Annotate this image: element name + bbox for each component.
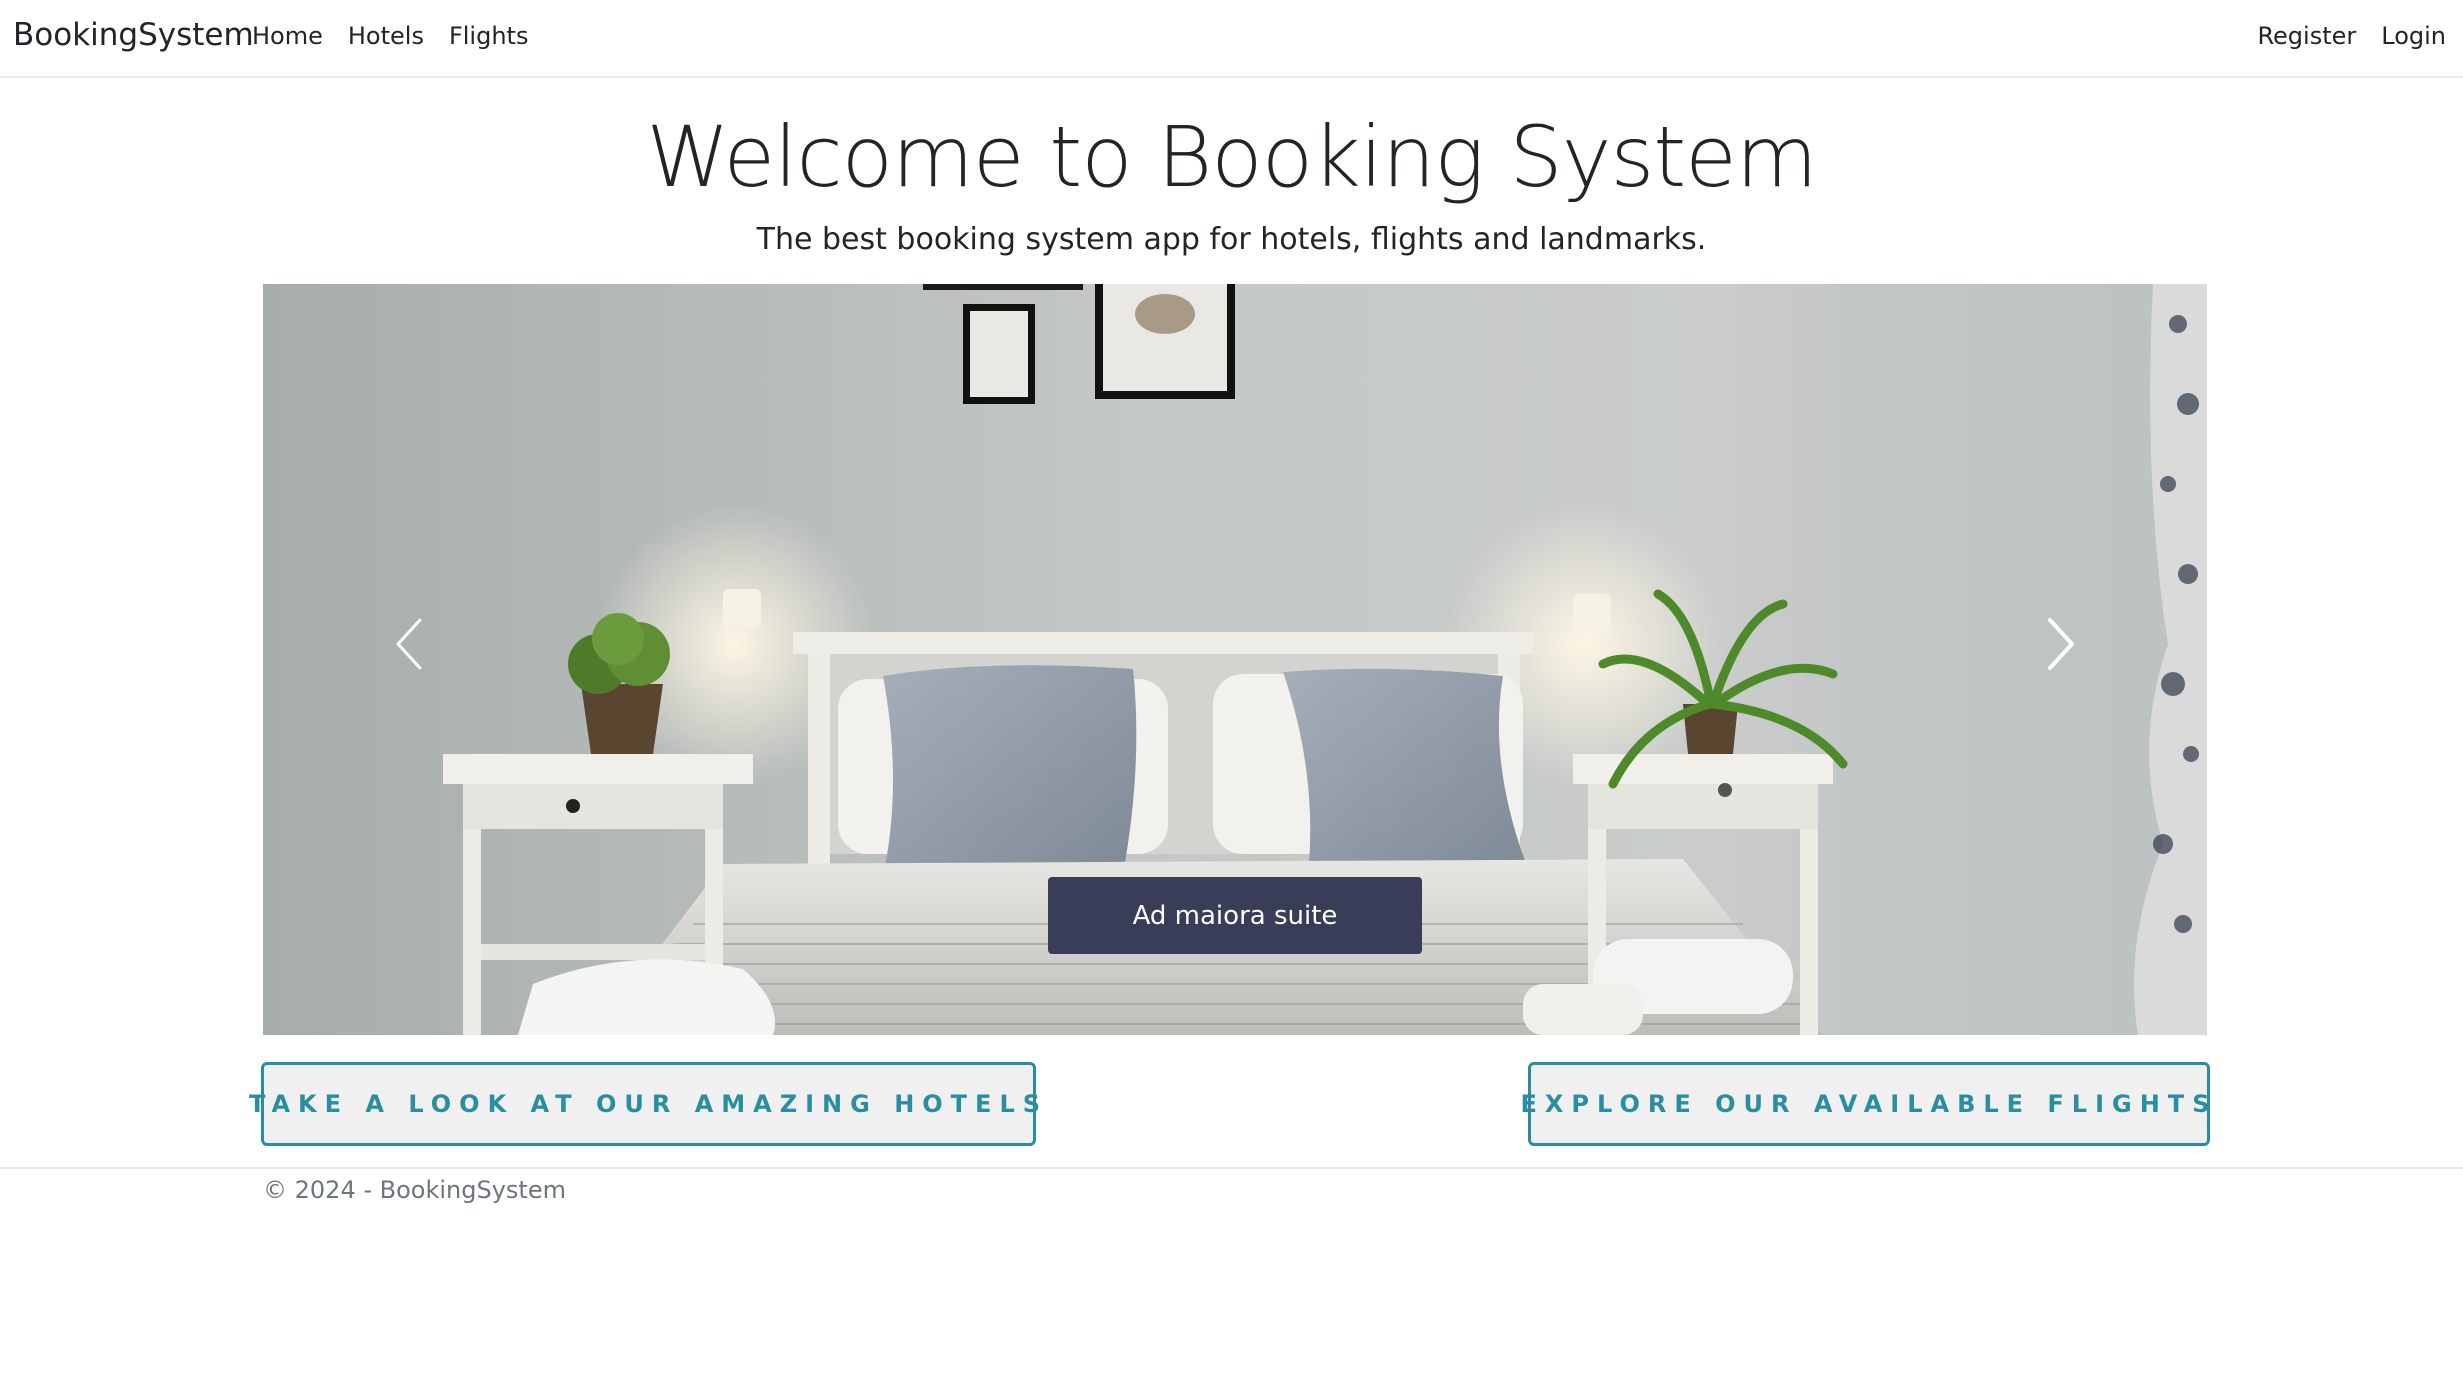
- nav-flights-link[interactable]: Flights: [449, 22, 529, 50]
- footer: © 2024 - BookingSystem: [0, 1167, 2463, 1237]
- page-subtitle: The best booking system app for hotels, …: [756, 222, 1707, 257]
- nav-login-link[interactable]: Login: [2381, 22, 2446, 50]
- chevron-left-icon: [396, 618, 422, 670]
- brand-link[interactable]: BookingSystem: [13, 17, 254, 53]
- carousel-next-button[interactable]: [2002, 584, 2122, 704]
- page-title: Welcome to Booking System: [646, 108, 1817, 206]
- hotel-carousel: Ad maiora suite: [263, 284, 2207, 1035]
- nav-register-link[interactable]: Register: [2257, 22, 2356, 50]
- navbar: BookingSystem Home Hotels Flights Regist…: [0, 0, 2463, 78]
- carousel-prev-button[interactable]: [348, 584, 468, 704]
- footer-copyright: © 2024 - BookingSystem: [263, 1176, 566, 1204]
- nav-home-link[interactable]: Home: [252, 22, 323, 50]
- explore-hotels-button[interactable]: TAKE A LOOK AT OUR AMAZING HOTELS: [249, 1062, 1040, 1146]
- nav-hotels-link[interactable]: Hotels: [348, 22, 424, 50]
- chevron-right-icon: [2048, 618, 2074, 670]
- explore-flights-button[interactable]: EXPLORE OUR AVAILABLE FLIGHTS: [1521, 1062, 2210, 1146]
- carousel-caption[interactable]: Ad maiora suite: [1048, 877, 1422, 954]
- nav-right: Register Login: [2257, 22, 2446, 50]
- nav-left: Home Hotels Flights: [252, 22, 528, 50]
